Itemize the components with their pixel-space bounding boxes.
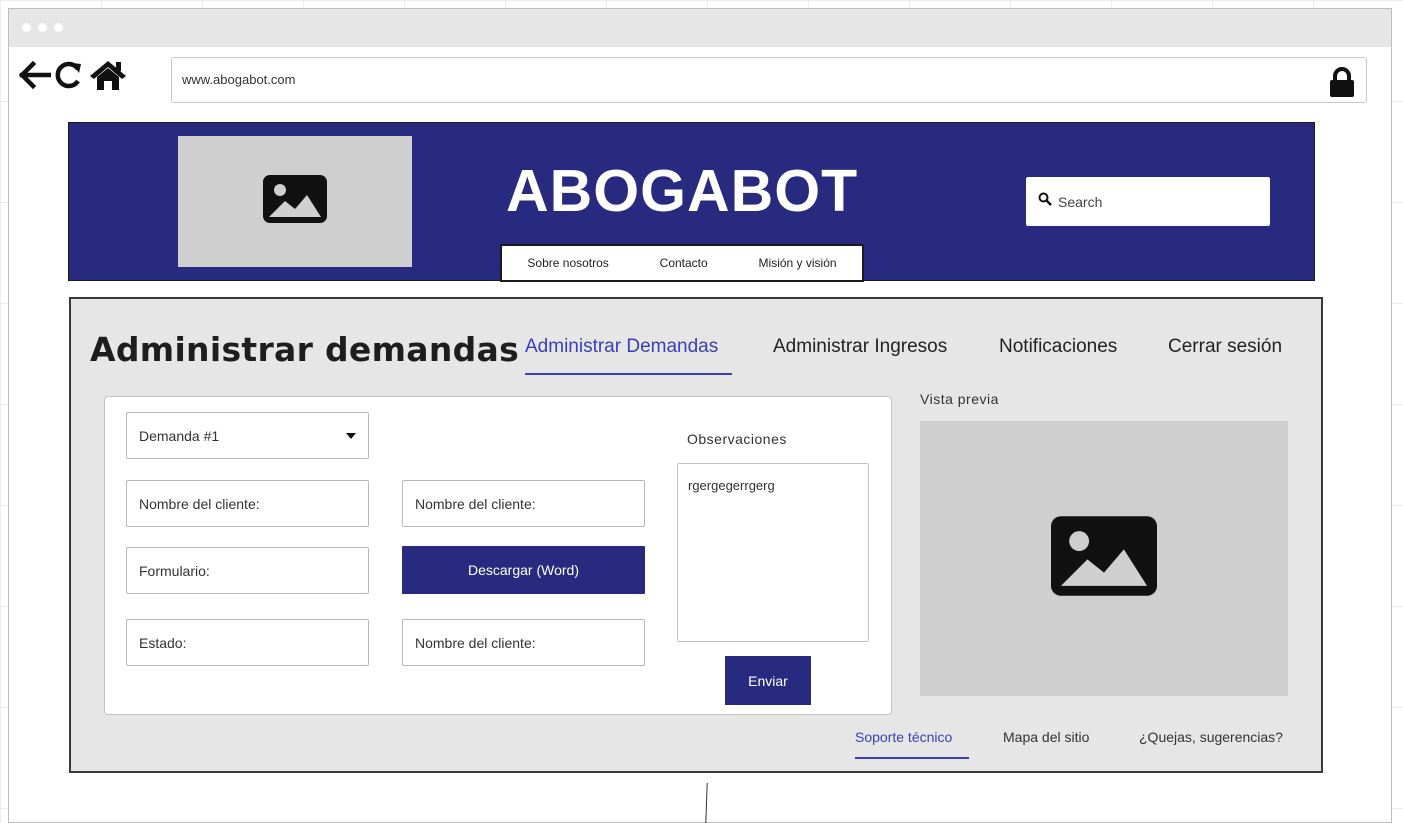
address-bar[interactable]: www.abogabot.com — [171, 57, 1367, 103]
admin-panel: Administrar demandas Administrar Demanda… — [69, 297, 1323, 773]
client-name-label: Nombre del cliente: — [139, 495, 260, 512]
window-dot[interactable] — [38, 23, 47, 32]
window-dot[interactable] — [22, 23, 31, 32]
client-name-field[interactable]: Nombre del cliente: — [126, 480, 369, 527]
demand-select-value: Demanda #1 — [139, 427, 220, 444]
image-placeholder-icon — [1051, 516, 1157, 601]
download-word-button[interactable]: Descargar (Word) — [402, 546, 645, 594]
send-button[interactable]: Enviar — [725, 656, 811, 705]
nav-link-mission[interactable]: Misión y visión — [759, 256, 837, 270]
client-name-field-2[interactable]: Nombre del cliente: — [402, 480, 645, 527]
client-name-field-3[interactable]: Nombre del cliente: — [402, 619, 645, 666]
active-tab-underline — [525, 373, 732, 375]
page-title: Administrar demandas — [90, 330, 520, 369]
search-icon — [1038, 192, 1052, 211]
search-placeholder: Search — [1058, 193, 1103, 210]
logo-placeholder — [178, 136, 412, 267]
nav-link-about[interactable]: Sobre nosotros — [527, 256, 608, 270]
form-field[interactable]: Formulario: — [126, 547, 369, 594]
home-icon[interactable] — [87, 55, 129, 95]
top-nav: Sobre nosotros Contacto Misión y visión — [500, 244, 864, 282]
site-header: ABOGABOT Sobre nosotros Contacto Misión … — [68, 122, 1315, 282]
window-titlebar — [9, 9, 1391, 47]
observations-label: Observaciones — [687, 431, 787, 447]
observations-textarea[interactable]: rgergegerrgerg — [677, 463, 869, 642]
client-name-label-2: Nombre del cliente: — [415, 495, 536, 512]
status-label: Estado: — [139, 634, 187, 651]
tab-administrar-ingresos[interactable]: Administrar Ingresos — [773, 336, 947, 358]
tab-cerrar-sesion[interactable]: Cerrar sesión — [1168, 336, 1282, 358]
status-field[interactable]: Estado: — [126, 619, 369, 666]
tab-notificaciones[interactable]: Notificaciones — [999, 336, 1117, 358]
preview-label: Vista previa — [920, 391, 999, 407]
back-arrow-icon[interactable] — [17, 55, 53, 95]
image-placeholder-icon — [263, 175, 327, 228]
nav-link-contact[interactable]: Contacto — [660, 256, 708, 270]
demand-form-card: Demanda #1 Nombre del cliente: Nombre de… — [104, 396, 892, 715]
chevron-down-icon — [346, 433, 356, 439]
url-text: www.abogabot.com — [182, 72, 296, 87]
lock-icon — [1328, 67, 1356, 102]
preview-image — [920, 421, 1288, 696]
window-dot[interactable] — [54, 23, 63, 32]
search-input[interactable]: Search — [1026, 177, 1270, 226]
reload-icon[interactable] — [53, 55, 85, 95]
footer-link-soporte[interactable]: Soporte técnico — [855, 729, 952, 745]
footer-link-mapa[interactable]: Mapa del sitio — [1003, 729, 1089, 745]
observations-text: rgergegerrgerg — [688, 478, 775, 493]
client-name-label-3: Nombre del cliente: — [415, 634, 536, 651]
form-field-label: Formulario: — [139, 562, 210, 579]
footer-link-quejas[interactable]: ¿Quejas, sugerencias? — [1139, 729, 1283, 745]
brand-title: ABOGABOT — [506, 158, 859, 224]
tab-administrar-demandas[interactable]: Administrar Demandas — [525, 336, 718, 358]
demand-select[interactable]: Demanda #1 — [126, 412, 369, 459]
footer-link-underline — [855, 757, 969, 759]
